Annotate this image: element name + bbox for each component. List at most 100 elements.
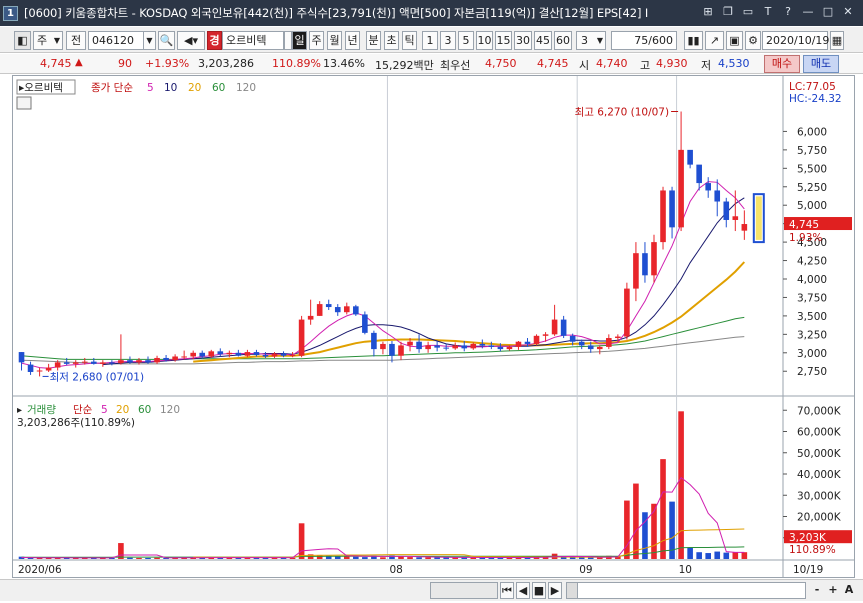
candle-body[interactable]	[316, 304, 323, 316]
interval-button-60[interactable]: 60	[554, 31, 572, 50]
candle-body[interactable]	[389, 343, 395, 356]
candle-body[interactable]	[678, 149, 684, 228]
search-icon[interactable]: 🔍	[158, 31, 175, 50]
volume-bar[interactable]	[127, 557, 133, 559]
maximize-icon[interactable]: □	[821, 5, 835, 19]
candle-body[interactable]	[163, 357, 169, 361]
candle-body[interactable]	[660, 190, 666, 243]
day-button[interactable]: 일	[292, 31, 307, 50]
candle-body[interactable]	[461, 345, 468, 349]
period-select[interactable]: 주 ▼	[33, 31, 63, 50]
candle-body[interactable]	[669, 190, 675, 228]
stock-code-dropdown[interactable]: ▼	[143, 31, 156, 50]
candle-body[interactable]	[226, 352, 233, 355]
interval-button-45[interactable]: 45	[534, 31, 552, 50]
candle-body[interactable]	[72, 362, 79, 364]
interval-button-10[interactable]: 10	[476, 31, 493, 50]
candle-body[interactable]	[407, 341, 413, 346]
interval-select[interactable]: 3 ▼	[576, 31, 606, 50]
scroll-prev-icon[interactable]: ◀	[516, 582, 530, 599]
data-count-input[interactable]: 75/600	[611, 31, 677, 50]
volume-bar[interactable]	[416, 557, 422, 559]
candle-body[interactable]	[479, 343, 486, 346]
candle-body[interactable]	[81, 361, 88, 363]
zoom-out-button[interactable]: -	[810, 582, 824, 599]
candle-body[interactable]	[578, 341, 585, 346]
candle-body[interactable]	[199, 352, 206, 357]
candle-body[interactable]	[362, 314, 368, 333]
link-icon[interactable]: ⊞	[701, 5, 715, 19]
candle-body[interactable]	[425, 345, 431, 350]
candle-body[interactable]	[307, 315, 314, 320]
candle-body[interactable]	[343, 306, 350, 313]
candle-body[interactable]	[416, 341, 422, 350]
volume-bar[interactable]	[732, 552, 739, 559]
candle-body[interactable]	[127, 360, 133, 363]
volume-bar[interactable]	[425, 557, 431, 559]
candle-body[interactable]	[687, 149, 693, 165]
candle-body[interactable]	[569, 335, 576, 342]
volume-bar[interactable]	[723, 552, 730, 559]
candle-body[interactable]	[732, 216, 739, 220]
candle-body[interactable]	[696, 164, 702, 184]
layout-icon[interactable]: ◧	[14, 31, 31, 50]
volume-bar[interactable]	[154, 557, 160, 559]
volume-bar[interactable]	[660, 459, 666, 559]
interval-button-3[interactable]: 3	[440, 31, 456, 50]
candle-body[interactable]	[651, 242, 657, 276]
tick-button[interactable]: 틱	[402, 31, 417, 50]
candle-body[interactable]	[353, 306, 359, 315]
candle-body[interactable]	[289, 355, 296, 357]
interval-button-15[interactable]: 15	[495, 31, 512, 50]
candle-body[interactable]	[606, 338, 612, 347]
candle-body[interactable]	[551, 319, 558, 335]
candle-body[interactable]	[298, 319, 305, 356]
volume-bar[interactable]	[651, 503, 657, 559]
candle-body[interactable]	[533, 335, 540, 344]
candle-body[interactable]	[90, 361, 97, 364]
candle-body[interactable]	[208, 351, 215, 357]
volume-bar[interactable]	[407, 557, 413, 559]
candle-body[interactable]	[27, 364, 34, 372]
volume-bar[interactable]	[687, 547, 693, 559]
candle-body[interactable]	[542, 334, 549, 336]
candle-body[interactable]	[443, 347, 449, 349]
indicator-icon[interactable]: ▮▮	[684, 31, 703, 50]
candle-body[interactable]	[280, 353, 287, 356]
candle-body[interactable]	[624, 288, 630, 337]
grid-toggle-icon[interactable]	[16, 96, 32, 110]
candle-body[interactable]	[36, 370, 43, 372]
help-icon[interactable]: ?	[781, 5, 795, 19]
candle-body[interactable]	[325, 304, 332, 308]
prev-button[interactable]: 전	[66, 31, 86, 50]
candle-body[interactable]	[642, 253, 648, 276]
volume-bar[interactable]	[587, 557, 594, 559]
bookmark-icon[interactable]: ▭	[741, 5, 755, 19]
stop-icon[interactable]: ■	[532, 582, 546, 599]
candle-body[interactable]	[190, 352, 196, 357]
volume-bar[interactable]	[741, 552, 748, 559]
save-icon[interactable]: ▣	[726, 31, 743, 50]
chart-area[interactable]: 6,0005,7505,5005,2505,0004,7504,5004,250…	[12, 75, 855, 578]
candle-body[interactable]	[18, 352, 25, 363]
date-input[interactable]: 2020/10/19	[762, 31, 829, 50]
candle-body[interactable]	[380, 343, 386, 350]
candle-body[interactable]	[136, 360, 142, 363]
volume-bar[interactable]	[362, 557, 368, 559]
candle-body[interactable]	[109, 362, 115, 364]
candle-body[interactable]	[497, 346, 504, 350]
scroll-first-icon[interactable]: ⏮	[500, 582, 514, 599]
interval-button-1[interactable]: 1	[422, 31, 438, 50]
candle-body[interactable]	[181, 356, 187, 358]
candle-body[interactable]	[172, 356, 178, 361]
volume-bar[interactable]	[145, 557, 151, 559]
auto-scale-button[interactable]: A	[842, 582, 856, 599]
candle-body[interactable]	[145, 360, 151, 363]
volume-bar[interactable]	[624, 500, 630, 559]
interval-button-30[interactable]: 30	[514, 31, 532, 50]
volume-bar[interactable]	[678, 411, 684, 559]
volume-bar[interactable]	[696, 552, 702, 559]
volume-bar[interactable]	[705, 553, 712, 559]
candle-body[interactable]	[118, 360, 124, 364]
candle-body[interactable]	[741, 224, 748, 231]
